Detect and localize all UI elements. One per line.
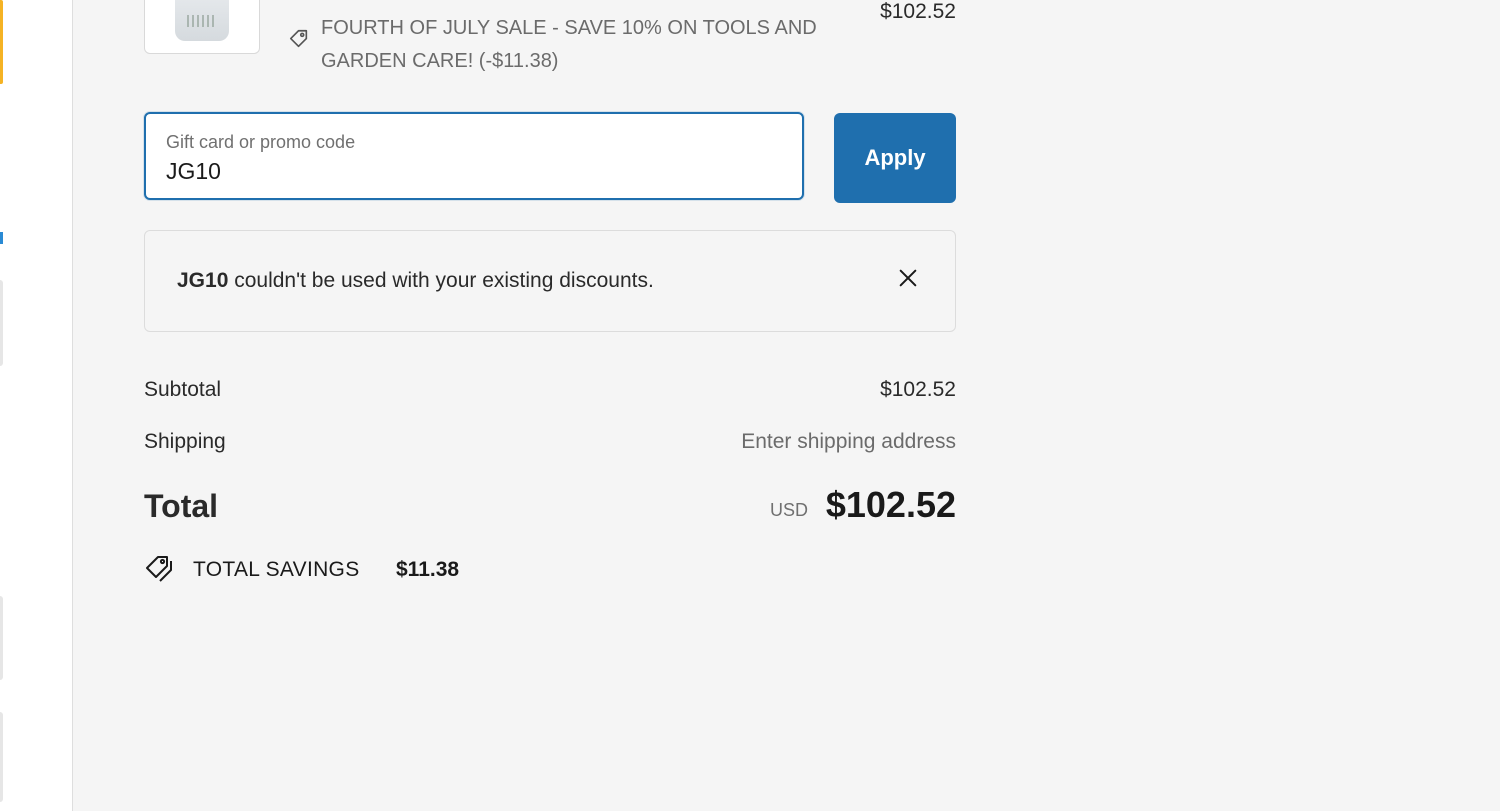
currency-code: USD: [769, 500, 808, 520]
promo-code-label: Gift card or promo code: [166, 132, 356, 152]
close-icon[interactable]: [897, 267, 919, 289]
promo-error-notice: JG10 couldn't be used with your existing…: [144, 230, 956, 332]
total-savings-label: TOTAL SAVINGS: [193, 558, 360, 581]
total-savings: TOTAL SAVINGS $11.38: [144, 554, 544, 586]
apply-button[interactable]: Apply: [834, 113, 956, 203]
field-edge: [0, 596, 3, 680]
main-content-column-edge: [0, 0, 73, 811]
line-item-price: $102.52: [880, 0, 956, 23]
link-fragment: [0, 232, 3, 244]
notice-message-text: couldn't be used with your existing disc…: [228, 269, 654, 292]
subtotal-value: $102.52: [880, 378, 956, 401]
field-edge: [0, 712, 3, 802]
promo-code-input[interactable]: [166, 158, 766, 185]
total-savings-value: $11.38: [396, 558, 460, 581]
highlight-strip: [0, 0, 3, 84]
tag-icon: [289, 29, 308, 48]
field-edge: [0, 280, 3, 366]
notice-code: JG10: [177, 269, 229, 292]
promo-code-field[interactable]: Gift card or promo code: [144, 112, 804, 200]
shipping-value: Enter shipping address: [741, 430, 956, 453]
savings-tag-icon: [146, 556, 172, 582]
subtotal-label: Subtotal: [144, 378, 222, 401]
total-label: Total: [144, 488, 219, 524]
product-image: [175, 0, 229, 41]
discount-description: FOURTH OF JULY SALE - SAVE 10% ON TOOLS …: [321, 17, 817, 72]
notice-message: JG10 couldn't be used with your existing…: [177, 269, 654, 293]
total-value: $102.52: [825, 484, 956, 525]
shipping-label: Shipping: [144, 430, 226, 453]
product-thumbnail: [144, 0, 260, 54]
